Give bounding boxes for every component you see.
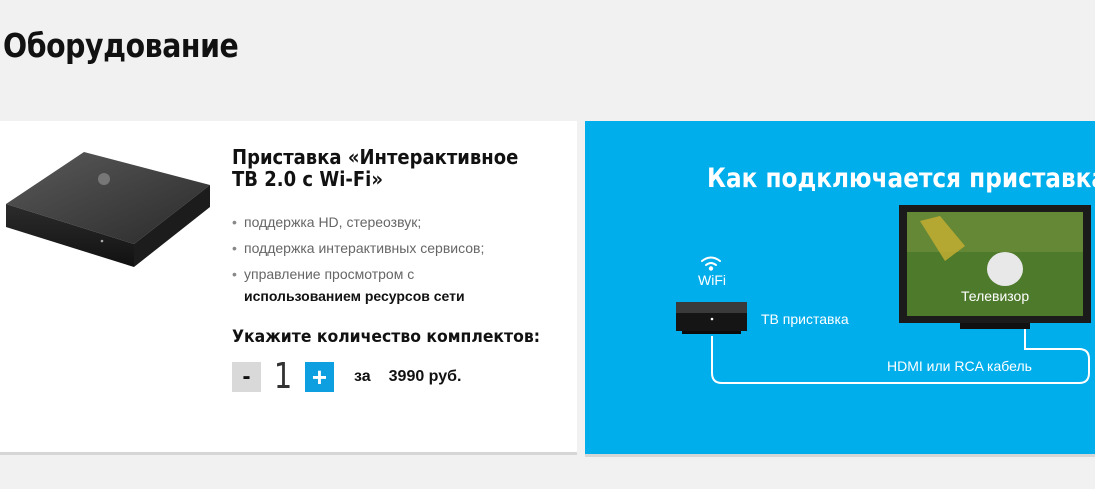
- decrease-quantity-button[interactable]: -: [232, 362, 261, 392]
- price-value: 3990 руб.: [388, 368, 462, 385]
- tv-icon: [899, 205, 1091, 329]
- set-top-box-image: [6, 152, 210, 267]
- product-name: Приставка «Интерактивное ТВ 2.0 с Wi-Fi»: [232, 145, 519, 191]
- set-top-box-icon: [676, 302, 747, 334]
- feature-item: поддержка HD, стереозвук;: [232, 211, 552, 233]
- page-title: Оборудование: [3, 26, 239, 65]
- quantity-value: 1: [273, 356, 293, 397]
- wifi-label: WiFi: [698, 272, 726, 288]
- feature-item: управление просмотром сиспользованием ре…: [232, 263, 552, 307]
- cable-label: HDMI или RCA кабель: [887, 358, 1032, 374]
- feature-emphasis: использованием ресурсов сети: [244, 288, 465, 304]
- feature-item: поддержка интерактивных сервисов;: [232, 237, 552, 259]
- quantity-label: Укажите количество комплектов:: [232, 327, 540, 347]
- info-title: Как подключается приставка?: [707, 163, 1095, 194]
- connection-info-panel: Как подключается приставка? WiFi ТВ прис…: [585, 121, 1095, 457]
- price-prefix: за: [354, 368, 371, 385]
- increase-quantity-button[interactable]: +: [305, 362, 334, 392]
- quantity-stepper: - 1 + за 3990 руб.: [232, 356, 462, 397]
- feature-list: поддержка HD, стереозвук; поддержка инте…: [232, 211, 552, 311]
- tv-label: Телевизор: [961, 288, 1030, 304]
- product-card: Приставка «Интерактивное ТВ 2.0 с Wi-Fi»…: [0, 121, 577, 455]
- cable-line: [711, 326, 1090, 384]
- set-top-box-label: ТВ приставка: [761, 311, 849, 327]
- wifi-icon: [701, 256, 721, 271]
